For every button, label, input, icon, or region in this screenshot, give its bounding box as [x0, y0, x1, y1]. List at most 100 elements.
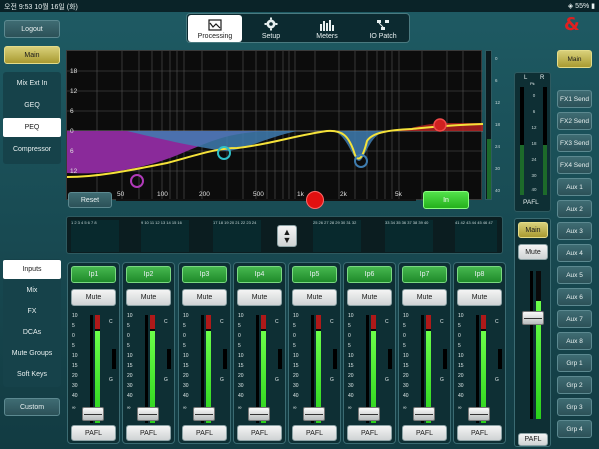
bank-nums: 25 26 27 28 29 30 31 32 — [313, 220, 357, 225]
fader-knob[interactable] — [303, 407, 325, 421]
bank-1-8[interactable]: 1 2 3 4 5 6 7 8 — [71, 220, 119, 252]
bank-25-32[interactable]: 25 26 27 28 29 30 31 32 — [313, 220, 361, 252]
channel-pafl-button[interactable]: PAFL — [292, 425, 337, 441]
nav-soft-keys[interactable]: Soft Keys — [3, 365, 61, 384]
master-main-button[interactable]: Main — [518, 222, 548, 238]
channel-pafl-button[interactable]: PAFL — [71, 425, 116, 441]
mix-select-button[interactable]: Aux 7 — [557, 310, 592, 328]
nav-mix[interactable]: Mix — [3, 281, 61, 300]
channel-mute-button[interactable]: Mute — [457, 289, 502, 306]
tab-processing[interactable]: Processing — [188, 15, 242, 42]
scale-tick: 24 — [531, 157, 537, 162]
fader-scale-tick: 10 — [127, 313, 133, 319]
channel-pafl-button[interactable]: PAFL — [237, 425, 282, 441]
nav-dcas[interactable]: DCAs — [3, 323, 61, 342]
channel-name-button[interactable]: Ip6 — [347, 266, 392, 283]
tab-setup[interactable]: Setup — [244, 15, 298, 42]
nav-mute-groups[interactable]: Mute Groups — [3, 344, 61, 363]
mix-select-button[interactable]: Grp 2 — [557, 376, 592, 394]
right-main-button[interactable]: Main — [557, 50, 592, 68]
fader-scale-tick: 5 — [403, 343, 406, 349]
fader-scale-tick: 5 — [458, 343, 461, 349]
mix-select-button[interactable]: FX3 Send — [557, 134, 592, 152]
main-left-button[interactable]: Main — [4, 46, 60, 64]
channel-mute-button[interactable]: Mute — [292, 289, 337, 306]
mix-select-button[interactable]: FX1 Send — [557, 90, 592, 108]
channel-name-button[interactable]: Ip2 — [126, 266, 171, 283]
fader-scale-tick: 15 — [458, 363, 464, 369]
tab-io-patch[interactable]: IO Patch — [356, 15, 410, 42]
channel-mute-button[interactable]: Mute — [126, 289, 171, 306]
eq-reset-button[interactable]: Reset — [68, 192, 112, 208]
brand-logo: & — [564, 14, 580, 35]
mix-select-button[interactable]: FX4 Send — [557, 156, 592, 174]
bank-nums: 9 10 11 12 13 14 15 16 — [141, 220, 182, 225]
mix-select-button[interactable]: Grp 1 — [557, 354, 592, 372]
channel-name-button[interactable]: Ip3 — [182, 266, 227, 283]
eq-in-button[interactable]: In — [423, 191, 469, 209]
nav-peq[interactable]: PEQ — [3, 118, 61, 137]
master-fader-knob[interactable] — [522, 311, 544, 325]
channel-pafl-button[interactable]: PAFL — [182, 425, 227, 441]
mix-select-button[interactable]: Aux 3 — [557, 222, 592, 240]
fader-knob[interactable] — [193, 407, 215, 421]
tab-io-patch-label: IO Patch — [369, 33, 397, 40]
mix-select-button[interactable]: Grp 4 — [557, 420, 592, 438]
mix-select-button[interactable]: Aux 5 — [557, 266, 592, 284]
meter-label-c: C — [220, 319, 224, 325]
bank-9-16[interactable]: 9 10 11 12 13 14 15 16 — [141, 220, 189, 252]
channel-mute-button[interactable]: Mute — [237, 289, 282, 306]
fader-knob[interactable] — [358, 407, 380, 421]
channel-pafl-button[interactable]: PAFL — [402, 425, 447, 441]
fader-knob[interactable] — [248, 407, 270, 421]
channel-pafl-button[interactable]: PAFL — [126, 425, 171, 441]
channel-name-button[interactable]: Ip8 — [457, 266, 502, 283]
channel-name-button[interactable]: Ip7 — [402, 266, 447, 283]
eq-frequency-slider-knob[interactable] — [306, 191, 324, 209]
fader-knob[interactable] — [468, 407, 490, 421]
master-mute-button[interactable]: Mute — [518, 244, 548, 260]
mix-select-button[interactable]: Aux 4 — [557, 244, 592, 262]
mix-select-button[interactable]: FX2 Send — [557, 112, 592, 130]
fader-scale-tick: 20 — [238, 373, 244, 379]
nav-geq[interactable]: GEQ — [3, 96, 61, 115]
fader-scale-tick: 30 — [127, 383, 133, 389]
channel-pafl-button[interactable]: PAFL — [457, 425, 502, 441]
nav-fx[interactable]: FX — [3, 302, 61, 321]
eq-frequency-slider-track[interactable] — [116, 199, 416, 201]
fader-knob[interactable] — [413, 407, 435, 421]
master-fader-track[interactable] — [530, 271, 533, 419]
fader-scale: 10 5 0 5 10 15 20 30 40 ∞ — [458, 313, 468, 413]
mix-select-button[interactable]: Aux 2 — [557, 200, 592, 218]
mix-select-button[interactable]: Grp 3 — [557, 398, 592, 416]
nav-inputs[interactable]: Inputs — [3, 260, 61, 279]
tab-meters[interactable]: Meters — [300, 15, 354, 42]
mix-select-button[interactable]: Aux 1 — [557, 178, 592, 196]
mix-select-button[interactable]: Aux 6 — [557, 288, 592, 306]
bank-scroll-button[interactable]: ▲ ▼ — [277, 225, 297, 247]
band4-handle[interactable] — [433, 118, 447, 132]
band1-handle[interactable] — [130, 174, 144, 188]
master-pafl-button[interactable]: PAFL — [518, 433, 548, 446]
channel-mute-button[interactable]: Mute — [402, 289, 447, 306]
channel-mute-button[interactable]: Mute — [182, 289, 227, 306]
channel-name-button[interactable]: Ip5 — [292, 266, 337, 283]
bank-33-40[interactable]: 33 34 35 36 37 38 39 40 — [385, 220, 433, 252]
channel-mute-button[interactable]: Mute — [71, 289, 116, 306]
bank-41-47[interactable]: 41 42 43 44 45 46 47 — [455, 220, 497, 252]
channel-name-button[interactable]: Ip1 — [71, 266, 116, 283]
nav-compressor[interactable]: Compressor — [3, 140, 61, 159]
bank-17-24[interactable]: 17 18 19 20 21 22 23 24 — [213, 220, 261, 252]
channel-name-button[interactable]: Ip4 — [237, 266, 282, 283]
channel-pafl-button[interactable]: PAFL — [347, 425, 392, 441]
fader-scale-tick: 0 — [183, 333, 186, 339]
custom-button[interactable]: Custom — [4, 398, 60, 416]
nav-mix-ext-in[interactable]: Mix Ext In — [3, 74, 61, 93]
mix-select-button[interactable]: Aux 8 — [557, 332, 592, 350]
channel-mute-button[interactable]: Mute — [347, 289, 392, 306]
fader-scale-tick: 10 — [72, 353, 78, 359]
peq-graph[interactable]: 18 12 6 0 6 12 50 100 200 500 1k 2k 5k 1… — [66, 50, 484, 201]
fader-knob[interactable] — [82, 407, 104, 421]
logout-button[interactable]: Logout — [4, 20, 60, 38]
fader-knob[interactable] — [137, 407, 159, 421]
